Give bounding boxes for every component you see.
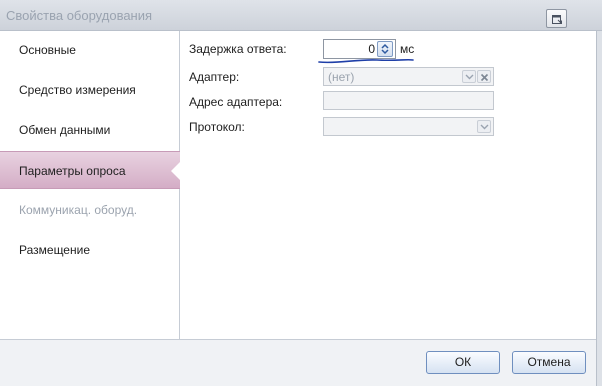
adapter-dropdown-button [462, 70, 476, 83]
selection-arrow [171, 161, 181, 181]
adapter-address-field [323, 91, 494, 110]
title-bar: Свойства оборудования [0, 0, 602, 31]
window-title: Свойства оборудования [6, 8, 153, 23]
pen-underline-annotation [318, 58, 414, 64]
chevron-down-icon [465, 74, 474, 80]
sidebar-item-communication-equipment: Коммуникац. оборуд. [0, 191, 180, 229]
sidebar-item-data-exchange[interactable]: Обмен данными [0, 111, 180, 149]
ok-button[interactable]: ОК [426, 351, 500, 374]
window-menu-button[interactable] [546, 9, 567, 28]
adapter-address-label: Адрес адаптера: [189, 95, 283, 109]
sidebar-item-label: Основные [19, 43, 76, 57]
response-delay-unit: мс [400, 42, 415, 56]
protocol-combobox [323, 117, 494, 136]
response-delay-label: Задержка ответа: [189, 42, 287, 56]
window-frame-right [596, 31, 602, 386]
sidebar-item-label: Средство измерения [19, 83, 136, 97]
protocol-label: Протокол: [189, 120, 245, 134]
sidebar-item-label: Обмен данными [19, 123, 111, 137]
cancel-button[interactable]: Отмена [512, 351, 586, 374]
adapter-label: Адаптер: [189, 70, 240, 84]
sidebar-item-placement[interactable]: Размещение [0, 231, 180, 269]
spin-up-down-icon [381, 43, 389, 55]
chevron-down-icon [480, 124, 489, 130]
protocol-dropdown-button [477, 120, 491, 133]
window-restore-icon [552, 15, 562, 24]
adapter-clear-button [477, 70, 491, 83]
polling-parameters-panel: Задержка ответа: 0 мс Адаптер: (нет) Адр… [181, 31, 596, 339]
close-icon [480, 73, 489, 82]
dialog-footer: ОК Отмена [0, 339, 596, 386]
sidebar-item-general[interactable]: Основные [0, 31, 180, 69]
sidebar-item-label: Размещение [19, 243, 90, 257]
adapter-value: (нет) [328, 70, 355, 84]
sidebar-item-label: Коммуникац. оборуд. [19, 203, 138, 217]
sidebar-item-label: Параметры опроса [19, 164, 126, 178]
sidebar-item-measuring-instrument[interactable]: Средство измерения [0, 71, 180, 109]
adapter-combobox: (нет) [323, 67, 494, 86]
response-delay-value[interactable]: 0 [368, 42, 375, 56]
sidebar-item-polling-parameters[interactable]: Параметры опроса [0, 151, 181, 189]
sidebar-nav: Основные Средство измерения Обмен данным… [0, 31, 181, 339]
